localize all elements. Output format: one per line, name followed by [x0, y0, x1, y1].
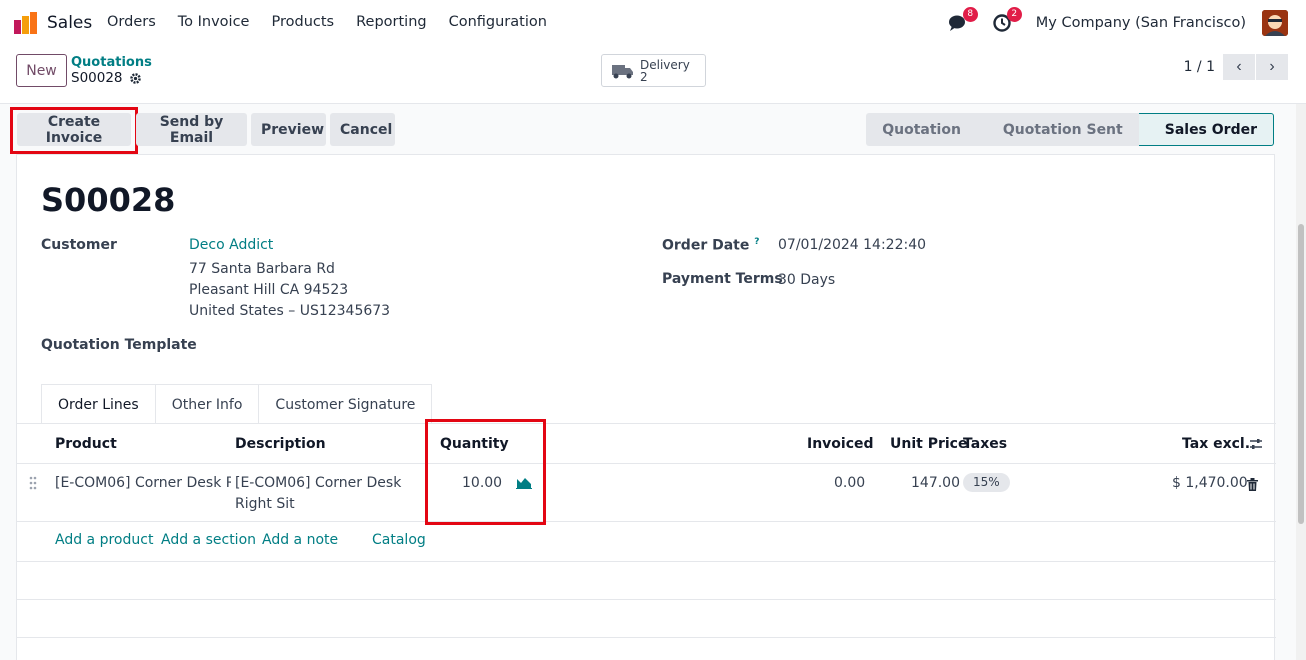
send-by-email-button[interactable]: Send by Email	[136, 113, 247, 146]
row-subtotal: $ 1,470.00	[1172, 475, 1248, 491]
payment-terms-label: Payment Terms	[662, 271, 783, 287]
messages-button[interactable]: 8	[948, 7, 978, 33]
menu-orders[interactable]: Orders	[107, 14, 156, 30]
record-name: S00028	[71, 70, 123, 86]
catalog-link[interactable]: Catalog	[372, 532, 426, 548]
row-product[interactable]: [E-COM06] Corner Desk Right Sit	[55, 473, 231, 494]
app-name[interactable]: Sales	[47, 13, 92, 33]
delivery-smart-text: Delivery 2	[640, 59, 690, 83]
table-row[interactable]: [E-COM06] Corner Desk Right Sit [E-COM06…	[17, 464, 1276, 522]
stage-quotation[interactable]: Quotation	[866, 113, 977, 146]
truck-icon	[612, 64, 633, 78]
customer-address-line3: United States – US12345673	[189, 303, 391, 319]
stage-quotation-sent[interactable]: Quotation Sent	[976, 113, 1139, 146]
order-date-label-text: Order Date	[662, 237, 750, 254]
tab-customer-signature[interactable]: Customer Signature	[258, 384, 433, 424]
payment-terms-value[interactable]: 30 Days	[778, 272, 835, 288]
menu-products[interactable]: Products	[271, 14, 334, 30]
add-section-link[interactable]: Add a section	[161, 532, 256, 548]
empty-row	[17, 600, 1276, 638]
row-unit-price[interactable]: 147.00	[911, 473, 960, 494]
order-lines-header: Product Description Quantity Invoiced Un…	[17, 424, 1276, 464]
row-description-line2: Right Sit	[235, 496, 295, 512]
add-note-link[interactable]: Add a note	[262, 532, 338, 548]
user-avatar-icon	[1262, 10, 1288, 36]
tab-other-info[interactable]: Other Info	[154, 384, 260, 424]
activities-badge: 2	[1006, 7, 1022, 22]
delivery-label: Delivery	[640, 57, 690, 72]
customer-address-line2: Pleasant Hill CA 94523	[189, 282, 349, 298]
trash-icon[interactable]	[1247, 478, 1258, 491]
customer-name-link[interactable]: Deco Addict	[189, 237, 273, 253]
row-invoiced: 0.00	[834, 475, 866, 491]
empty-row	[17, 562, 1276, 600]
order-date-label: Order Date ?	[662, 237, 759, 254]
delivery-count: 2	[640, 69, 648, 84]
add-line-row: Add a product Add a section Add a note C…	[17, 522, 1276, 562]
new-button[interactable]: New	[16, 54, 67, 87]
company-switcher[interactable]: My Company (San Francisco)	[1036, 15, 1246, 31]
customer-address-line1: 77 Santa Barbara Rd	[189, 261, 335, 277]
breadcrumb-quotations[interactable]: Quotations	[71, 55, 152, 70]
stage-sales-order[interactable]: Sales Order	[1138, 113, 1274, 146]
highlight-quantity	[425, 419, 546, 525]
navbar-systray: 8 2 My Company (San Francisco)	[948, 7, 1288, 38]
col-invoiced[interactable]: Invoiced	[807, 436, 874, 452]
help-tooltip-icon[interactable]: ?	[754, 237, 759, 247]
pager-next-button[interactable]: ›	[1256, 54, 1288, 80]
col-tax-excl[interactable]: Tax excl.	[1182, 436, 1250, 452]
gear-icon[interactable]	[129, 72, 142, 85]
order-date-value[interactable]: 07/01/2024 14:22:40	[778, 237, 926, 253]
col-product[interactable]: Product	[55, 436, 117, 452]
column-settings-icon[interactable]	[1249, 437, 1263, 451]
scrollbar-thumb[interactable]	[1298, 224, 1304, 524]
pager-value[interactable]: 1 / 1	[1184, 59, 1215, 75]
customer-label: Customer	[41, 237, 117, 253]
sales-app-icon[interactable]	[14, 12, 38, 34]
main-menu: Orders To Invoice Products Reporting Con…	[107, 14, 569, 30]
row-tax-badge[interactable]: 15%	[963, 473, 1010, 492]
pager: 1 / 1 ‹ ›	[1184, 54, 1288, 80]
menu-configuration[interactable]: Configuration	[449, 14, 547, 30]
pager-previous-button[interactable]: ‹	[1223, 54, 1255, 80]
notebook-tabs: Order Lines Other Info Customer Signatur…	[41, 384, 433, 424]
row-description[interactable]: [E-COM06] Corner Desk Right Sit	[235, 473, 401, 515]
quotation-template-label: Quotation Template	[41, 337, 197, 353]
chevron-right-icon: ›	[1269, 58, 1275, 75]
col-description[interactable]: Description	[235, 436, 326, 452]
form-sheet: S00028 Customer Deco Addict 77 Santa Bar…	[16, 154, 1276, 660]
menu-to-invoice[interactable]: To Invoice	[178, 14, 250, 30]
control-panel: New Quotations S00028 Delivery 2 1 / 1 ‹…	[0, 46, 1306, 104]
menu-reporting[interactable]: Reporting	[356, 14, 427, 30]
col-taxes[interactable]: Taxes	[963, 436, 1007, 452]
col-unit-price[interactable]: Unit Price	[890, 436, 967, 452]
breadcrumb-current: S00028	[71, 70, 142, 86]
messages-badge: 8	[962, 7, 978, 22]
cancel-button[interactable]: Cancel	[330, 113, 395, 146]
scrollbar[interactable]	[1296, 104, 1306, 660]
chevron-left-icon: ‹	[1236, 58, 1242, 75]
row-description-line1: [E-COM06] Corner Desk	[235, 475, 402, 491]
order-title: S00028	[41, 181, 176, 219]
highlight-create-invoice	[10, 107, 138, 154]
status-bar: Quotation Quotation Sent Sales Order	[866, 113, 1274, 146]
delivery-smart-button[interactable]: Delivery 2	[601, 54, 706, 87]
top-navbar: Sales Orders To Invoice Products Reporti…	[0, 0, 1306, 46]
drag-handle-icon[interactable]	[29, 476, 37, 490]
add-product-link[interactable]: Add a product	[55, 532, 153, 548]
user-avatar[interactable]	[1262, 10, 1288, 36]
activities-button[interactable]: 2	[992, 7, 1022, 33]
action-bar: Create Invoice Send by Email Preview Can…	[0, 104, 1306, 154]
preview-button[interactable]: Preview	[251, 113, 326, 146]
tab-order-lines[interactable]: Order Lines	[41, 384, 156, 424]
